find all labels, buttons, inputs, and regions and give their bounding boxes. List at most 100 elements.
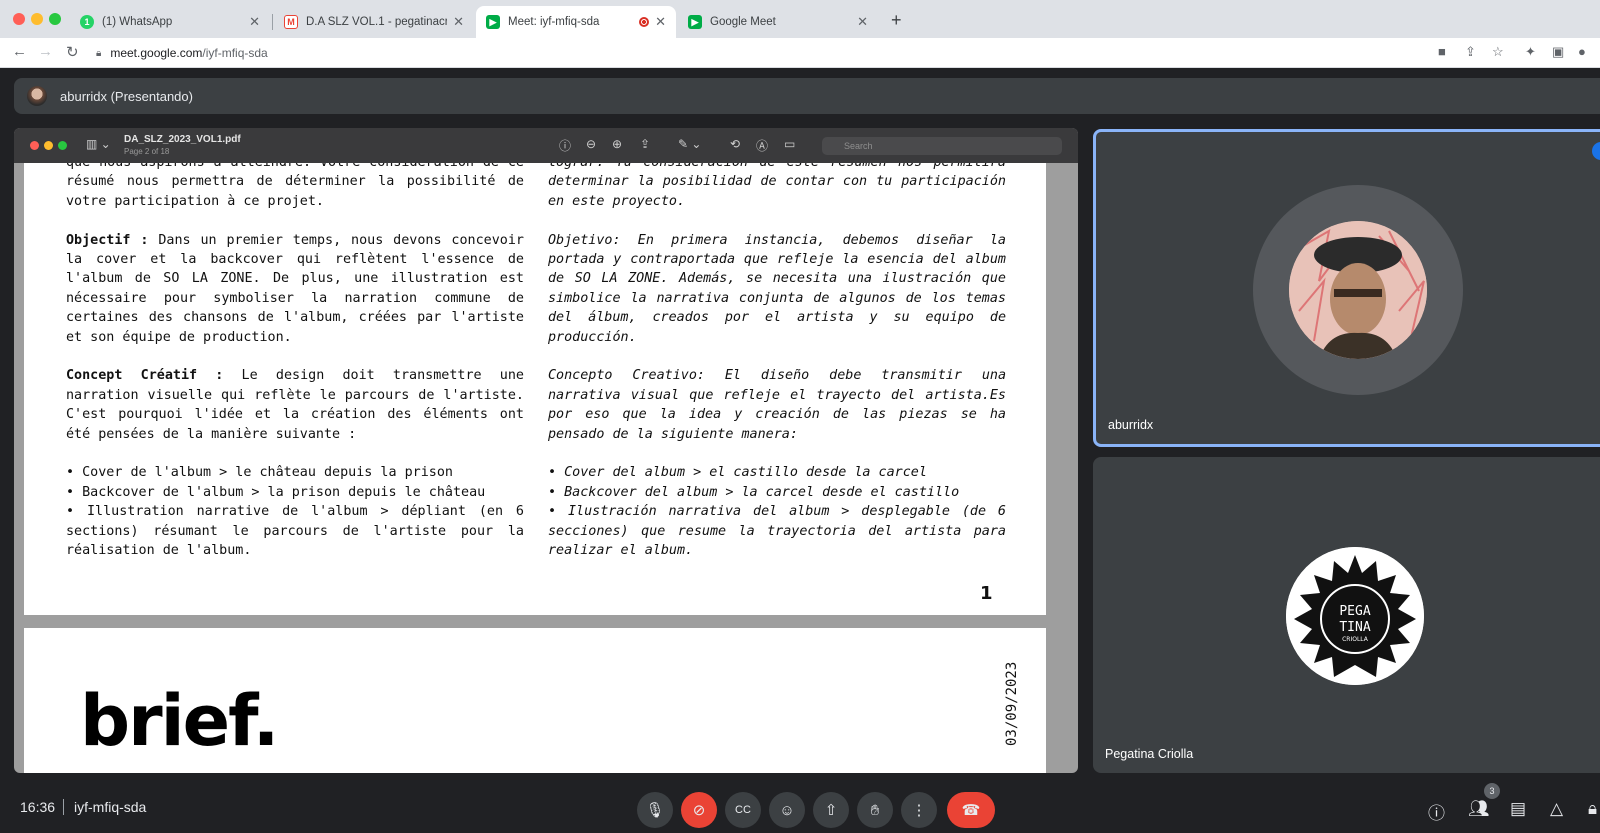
doc-bullet-list: • Cover del album > el castillo desde la… [548, 463, 1006, 560]
tab-google-meet[interactable]: ▶ Google Meet ✕ [678, 6, 878, 38]
info-icon[interactable]: ⓘ [559, 137, 571, 154]
more-options-button[interactable]: ⋮ [901, 792, 937, 828]
more-vert-icon: ⋮ [911, 802, 927, 819]
viewer-minimize-button[interactable] [44, 141, 53, 150]
presenter-label: aburridx (Presentando) [60, 88, 193, 104]
participant-tile-pegatina-criolla[interactable]: PEGA TINA CRIOLLA Pegatina Criolla [1093, 457, 1600, 773]
meet-icon: ▶ [486, 15, 500, 29]
tab-title: Meet: iyf-mfiq-sda [508, 16, 600, 28]
window-close-button[interactable] [13, 13, 25, 25]
camera-off-icon: ⊘ [692, 802, 706, 819]
back-arrow-icon[interactable]: ← [12, 43, 27, 60]
list-item: • Cover del album > el castillo desde la… [548, 465, 927, 481]
portrait-image [1289, 221, 1427, 359]
svg-text:PEGA: PEGA [1339, 604, 1370, 619]
close-icon[interactable]: ✕ [655, 14, 666, 30]
form-fill-icon[interactable]: ▭ [784, 137, 795, 151]
participant-tile-aburridx[interactable]: aburridx [1093, 129, 1600, 447]
camera-off-button[interactable]: ⊘ [681, 792, 717, 828]
lock-icon: 🔒︎ [96, 47, 102, 59]
share-icon[interactable]: ⇪ [1465, 44, 1476, 60]
svg-text:TINA: TINA [1339, 620, 1370, 635]
leave-call-button[interactable]: ☎︎ [947, 792, 995, 828]
pdf-file-name: DA_SLZ_2023_VOL1.pdf [124, 134, 241, 145]
meet-icon: ▶ [688, 15, 702, 29]
hand-icon: ✋︎ [870, 801, 880, 819]
captions-icon: CC [735, 804, 751, 816]
doc-paragraph: Concept Créatif : Le design doit transme… [66, 366, 524, 444]
side-panel-icon[interactable]: ▣ [1552, 44, 1564, 60]
pdf-viewer-toolbar: ▥ ⌄ DA_SLZ_2023_VOL1.pdf Page 2 of 18 ⓘ … [14, 128, 1078, 163]
annotate-icon[interactable]: Ⓐ [756, 137, 768, 154]
participant-avatar: PEGA TINA CRIOLLA [1286, 547, 1424, 685]
tab-title: (1) WhatsApp [102, 16, 173, 28]
zoom-out-icon[interactable]: ⊖ [586, 137, 596, 151]
doc-paragraph: Concepto Creativo: El diseño debe transm… [548, 368, 1006, 442]
new-tab-button[interactable]: + [891, 10, 902, 31]
pdf-page-info: Page 2 of 18 [124, 147, 170, 156]
microphone-button[interactable]: 🎙︎ [637, 792, 673, 828]
meeting-code: iyf-mfiq-sda [74, 799, 147, 815]
tab-title: D.A SLZ VOL.1 - pegatinacriolla [306, 16, 448, 28]
zoom-in-icon[interactable]: ⊕ [612, 137, 622, 151]
window-zoom-button[interactable] [49, 13, 61, 25]
present-screen-button[interactable]: ⇧ [813, 792, 849, 828]
reactions-button[interactable]: ☺ [769, 792, 805, 828]
chat-icon[interactable]: ▤ [1510, 799, 1526, 819]
presenter-bar: aburridx (Presentando) [14, 78, 1600, 114]
people-icon[interactable]: 👥︎ [1468, 799, 1490, 819]
doc-text: Dans un premier temps, nous devons conce… [66, 232, 524, 345]
address-bar[interactable]: 🔒︎ meet.google.com/iyf-mfiq-sda [96, 42, 268, 64]
avatar [27, 86, 47, 106]
host-controls-icon[interactable]: 🔒︎ [1588, 799, 1597, 819]
meeting-info-icon[interactable]: ⓘ [1428, 799, 1445, 824]
speaking-indicator-icon [1592, 142, 1600, 160]
tab-gmail[interactable]: M D.A SLZ VOL.1 - pegatinacriolla ✕ [274, 6, 474, 38]
gmail-icon: M [284, 15, 298, 29]
extensions-icon[interactable]: ✦ [1525, 44, 1536, 60]
bookmark-star-icon[interactable]: ☆ [1492, 44, 1504, 60]
tab-meet-active[interactable]: ▶ Meet: iyf-mfiq-sda ✕ [476, 6, 676, 38]
share-icon[interactable]: ⇪ [640, 137, 650, 151]
close-icon[interactable]: ✕ [249, 14, 260, 30]
shared-screen: ▥ ⌄ DA_SLZ_2023_VOL1.pdf Page 2 of 18 ⓘ … [14, 128, 1078, 773]
doc-paragraph: Objectif : Dans un premier temps, nous d… [66, 231, 524, 347]
forward-arrow-icon[interactable]: → [38, 43, 53, 60]
pdf-search-input[interactable]: Search [822, 137, 1062, 155]
raise-hand-button[interactable]: ✋︎ [857, 792, 893, 828]
microphone-icon: 🎙︎ [645, 802, 665, 819]
close-icon[interactable]: ✕ [453, 14, 464, 30]
browser-tab-strip: 1 (1) WhatsApp ✕ M D.A SLZ VOL.1 - pegat… [0, 0, 1600, 38]
doc-paragraph: que nous aspirons à atteindre. Votre con… [66, 163, 524, 209]
doc-column-spanish: lograr. Tu consideración de este resumen… [548, 163, 1006, 560]
page-number: 1 [980, 583, 993, 604]
viewer-close-button[interactable] [30, 141, 39, 150]
tab-title: Google Meet [710, 16, 776, 28]
people-count-badge: 3 [1484, 783, 1500, 799]
brief-date: 03/09/2023 [1004, 661, 1020, 746]
camera-permission-icon[interactable]: ■ [1438, 44, 1446, 59]
viewer-zoom-button[interactable] [58, 141, 67, 150]
url-host: meet.google.com [110, 46, 203, 60]
recording-icon [639, 17, 650, 27]
captions-button[interactable]: CC [725, 792, 761, 828]
window-minimize-button[interactable] [31, 13, 43, 25]
svg-text:CRIOLLA: CRIOLLA [1342, 636, 1369, 643]
rotate-icon[interactable]: ⟲ [730, 137, 740, 151]
tab-whatsapp[interactable]: 1 (1) WhatsApp ✕ [70, 6, 270, 38]
doc-paragraph: lograr. Tu consideración de este resumen… [548, 163, 1006, 209]
list-item: • Ilustración narrativa del album > desp… [548, 504, 1006, 559]
emoji-icon: ☺ [779, 801, 795, 819]
close-icon[interactable]: ✕ [857, 14, 868, 30]
url-path: /iyf-mfiq-sda [202, 46, 268, 60]
pdf-page: que nous aspirons à atteindre. Votre con… [24, 163, 1046, 615]
doc-heading: Objectif : [66, 232, 149, 248]
sidebar-toggle-icon[interactable]: ▥ ⌄ [86, 137, 111, 151]
reload-icon[interactable]: ↻ [66, 43, 79, 61]
meet-control-bar: 16:36 iyf-mfiq-sda 🎙︎ ⊘ CC ☺ ⇧ ✋︎ ⋮ ☎︎ ⓘ… [0, 775, 1600, 833]
pdf-page-next: brief. 03/09/2023 [24, 628, 1046, 773]
markup-pen-icon[interactable]: ✎ ⌄ [678, 137, 701, 151]
profile-avatar[interactable]: ● [1578, 44, 1586, 59]
doc-paragraph: Objetivo: En primera instancia, debemos … [548, 232, 1006, 345]
activities-icon[interactable]: △ [1550, 799, 1563, 819]
